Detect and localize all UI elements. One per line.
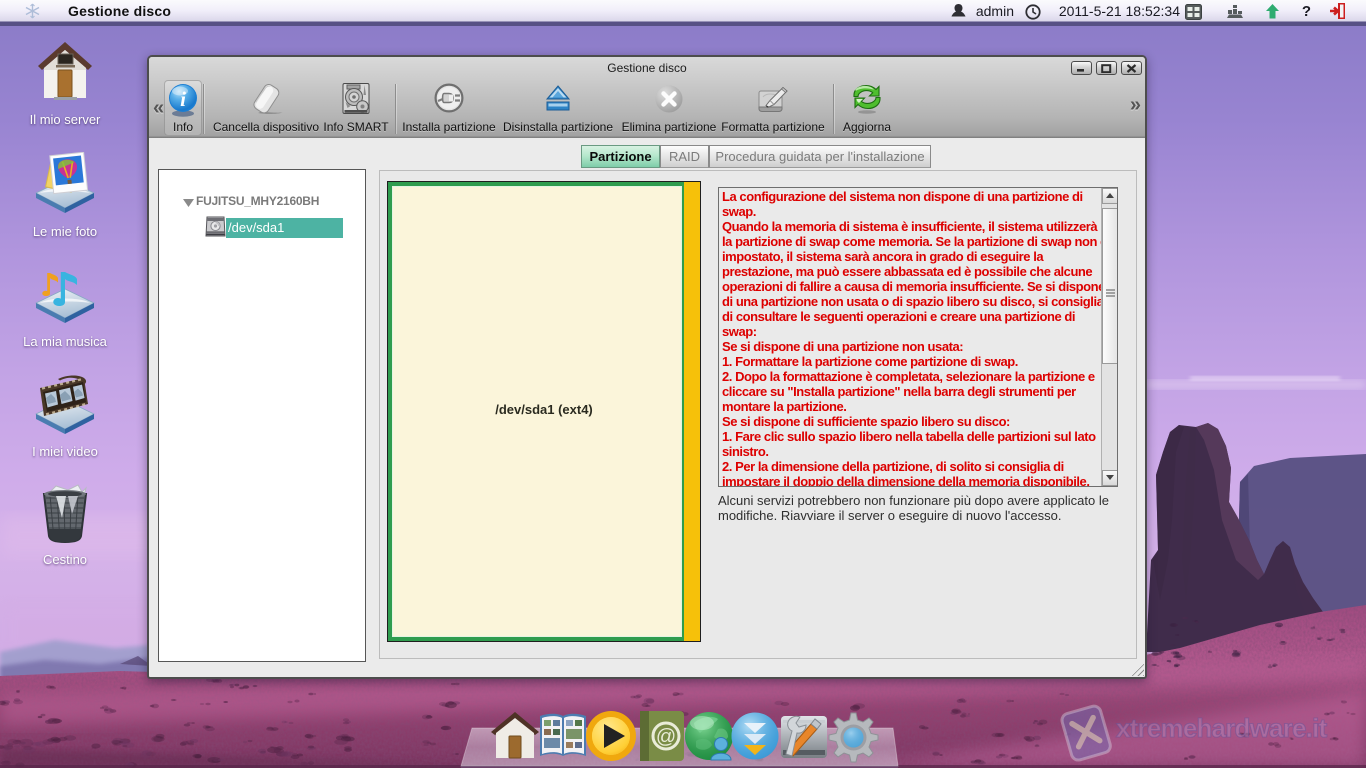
svg-text:i: i [180, 87, 186, 111]
svg-text:xtremehardware.it: xtremehardware.it [1116, 713, 1328, 743]
